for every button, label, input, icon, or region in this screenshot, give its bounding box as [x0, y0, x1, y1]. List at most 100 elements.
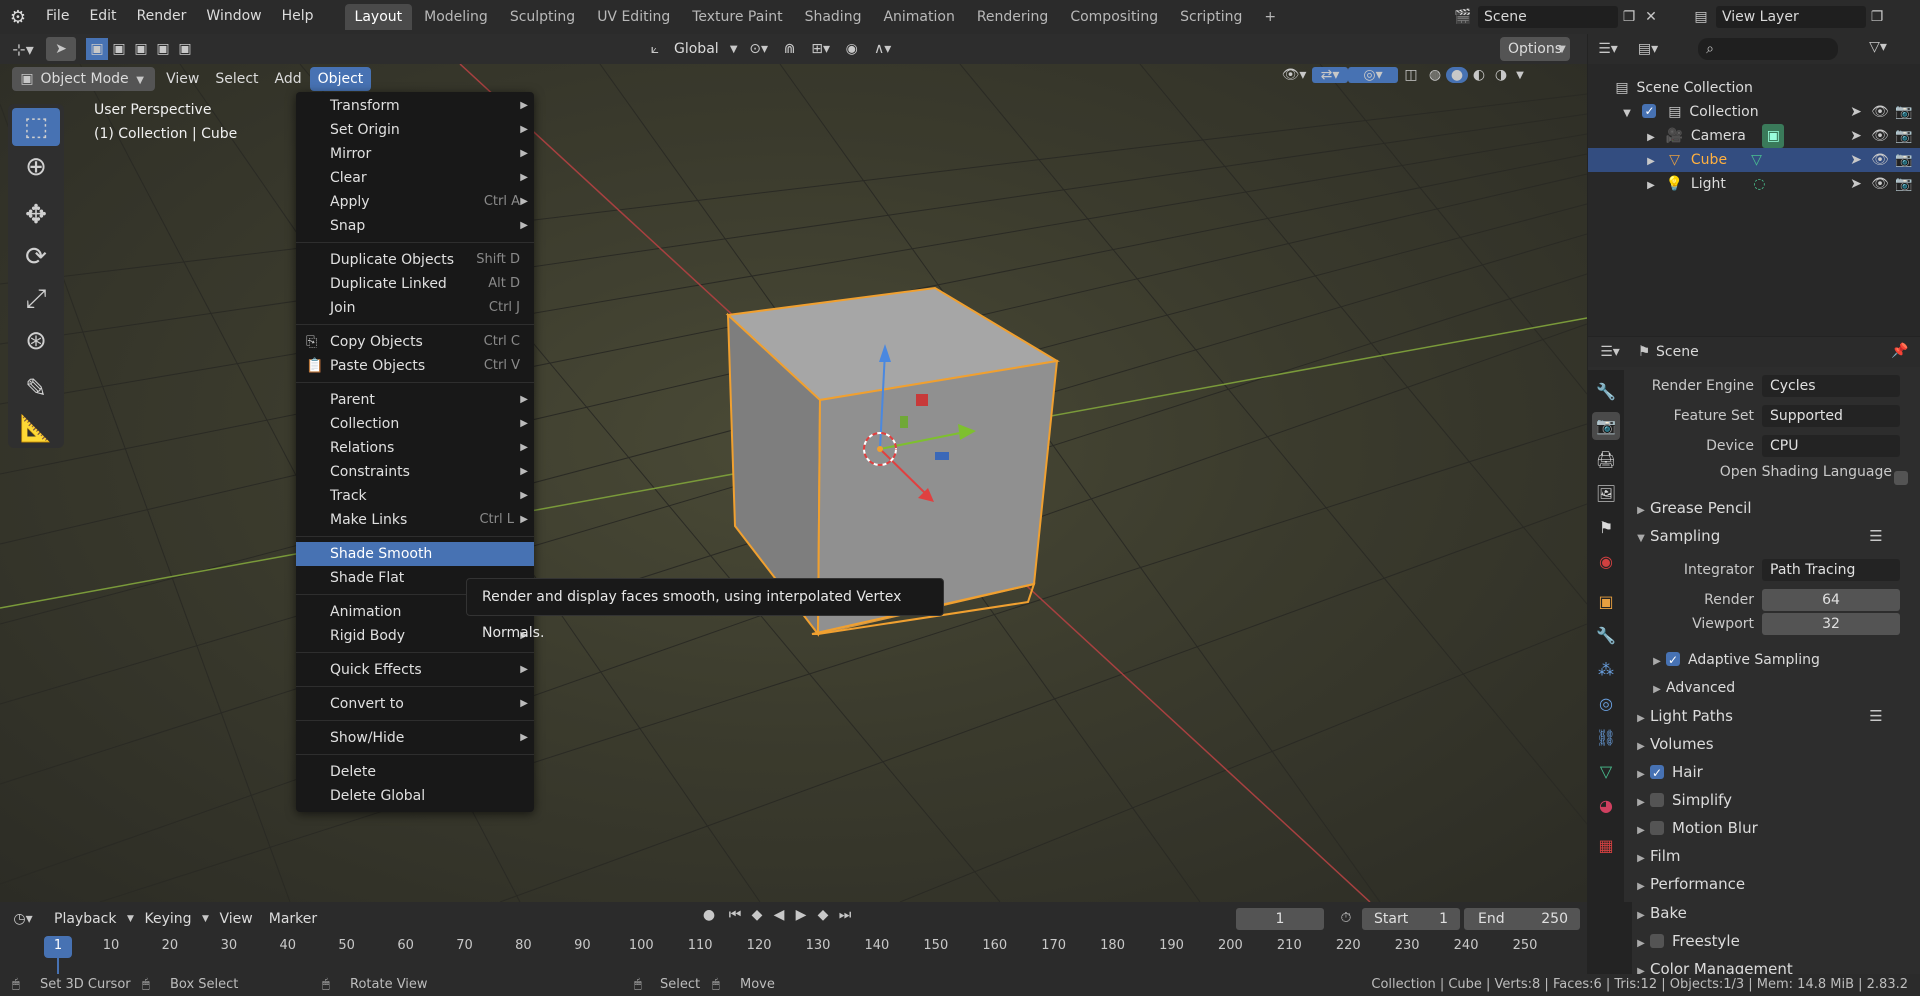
- box-select-intersect-icon[interactable]: ▣: [174, 41, 196, 57]
- box-select-invert-icon[interactable]: ▣: [152, 41, 174, 57]
- tool-tab-icon[interactable]: 🔧: [1592, 378, 1620, 406]
- menu-item-apply[interactable]: Apply Ctrl A ▶: [296, 190, 534, 214]
- menu-item-shade-smooth[interactable]: Shade Smooth: [296, 542, 534, 566]
- camera-render-icon[interactable]: 📷: [1892, 172, 1916, 196]
- hair-checkbox[interactable]: [1650, 760, 1664, 786]
- tab-compositing[interactable]: Compositing: [1060, 4, 1168, 30]
- menu-item-show-hide[interactable]: Show/Hide ▶: [296, 726, 534, 750]
- transform-orientation-dropdown[interactable]: Global: [666, 37, 727, 61]
- menu-help[interactable]: Help: [272, 0, 324, 34]
- falloff-icon[interactable]: ∧▾: [865, 41, 901, 57]
- menu-object[interactable]: Object: [309, 67, 372, 91]
- select-tool-icon[interactable]: ➤: [46, 37, 76, 61]
- box-select-new-icon[interactable]: ▣: [86, 38, 108, 60]
- outliner-light[interactable]: ▶ 💡 Light ◌ ➤ 👁 📷: [1588, 172, 1920, 196]
- display-mode-icon[interactable]: ▤▾: [1628, 41, 1668, 57]
- gizmo-icon[interactable]: ⇄▾: [1312, 67, 1348, 83]
- freestyle-checkbox[interactable]: [1650, 933, 1664, 948]
- menu-edit[interactable]: Edit: [79, 0, 126, 34]
- render-samples-field[interactable]: 64: [1762, 589, 1900, 611]
- menu-item-collection[interactable]: Collection ▶: [296, 412, 534, 436]
- box-select-subtract-icon[interactable]: ▣: [130, 41, 152, 57]
- menu-item-copy-objects[interactable]: ⎘ Copy Objects Ctrl C: [296, 330, 534, 354]
- constraints-tab-icon[interactable]: ⛓: [1592, 724, 1620, 752]
- motion-blur-checkbox[interactable]: [1650, 820, 1664, 835]
- selectable-icon[interactable]: ➤: [1844, 124, 1868, 148]
- subpanel-advanced[interactable]: ▶ Advanced: [1648, 675, 1920, 701]
- panel-color-management[interactable]: ▶ Color Management: [1632, 956, 1920, 974]
- menu-select[interactable]: Select: [207, 67, 266, 91]
- subpanel-adaptive-sampling[interactable]: ▶ Adaptive Sampling: [1648, 647, 1920, 673]
- measure-tool-icon[interactable]: 📐: [12, 410, 60, 448]
- tab-sculpting[interactable]: Sculpting: [500, 4, 585, 30]
- tab-uv-editing[interactable]: UV Editing: [587, 4, 680, 30]
- selectable-icon[interactable]: ➤: [1844, 172, 1868, 196]
- blender-logo-icon[interactable]: ⚙: [0, 7, 36, 28]
- move-tool-icon[interactable]: ✥: [12, 196, 60, 234]
- view-layer-tab-icon[interactable]: 🖼: [1592, 480, 1620, 508]
- cursor-tool-icon[interactable]: ⊕: [12, 148, 60, 186]
- snap-icon[interactable]: ⋒: [777, 41, 803, 57]
- panel-motion-blur[interactable]: ▶ Motion Blur: [1632, 815, 1920, 841]
- chevron-right-icon[interactable]: ▶: [1644, 126, 1658, 150]
- adaptive-sampling-checkbox[interactable]: [1666, 647, 1680, 673]
- menu-item-quick-effects[interactable]: Quick Effects ▶: [296, 658, 534, 682]
- panel-light-paths[interactable]: ▶ Light Paths ☰: [1632, 703, 1920, 729]
- panel-hair[interactable]: ▶ Hair: [1632, 759, 1920, 786]
- eye-icon[interactable]: 👁: [1868, 100, 1892, 124]
- material-shading-icon[interactable]: ◐: [1468, 67, 1490, 83]
- menu-item-paste-objects[interactable]: 📋 Paste Objects Ctrl V: [296, 354, 534, 378]
- menu-item-mirror[interactable]: Mirror ▶: [296, 142, 534, 166]
- menu-item-relations[interactable]: Relations ▶: [296, 436, 534, 460]
- pin-icon[interactable]: 📌: [1888, 343, 1912, 359]
- overlays-icon[interactable]: ◎▾: [1348, 67, 1398, 83]
- box-select-extend-icon[interactable]: ▣: [108, 41, 130, 57]
- tab-texture-paint[interactable]: Texture Paint: [682, 4, 792, 30]
- feature-set-dropdown[interactable]: Supported: [1762, 405, 1900, 427]
- simplify-checkbox[interactable]: [1650, 792, 1664, 807]
- menu-item-convert-to[interactable]: Convert to ▶: [296, 692, 534, 716]
- tab-shading[interactable]: Shading: [795, 4, 872, 30]
- chevron-right-icon[interactable]: ▶: [1644, 150, 1658, 174]
- tab-scripting[interactable]: Scripting: [1170, 4, 1252, 30]
- shading-options-icon[interactable]: ▼: [1512, 70, 1528, 81]
- editor-type-icon[interactable]: ⊹▾: [0, 40, 46, 59]
- eye-icon[interactable]: 👁: [1868, 172, 1892, 196]
- menu-item-delete-global[interactable]: Delete Global: [296, 784, 534, 808]
- menu-item-set-origin[interactable]: Set Origin ▶: [296, 118, 534, 142]
- camera-render-icon[interactable]: 📷: [1892, 124, 1916, 148]
- device-dropdown[interactable]: CPU: [1762, 435, 1900, 457]
- chevron-right-icon[interactable]: ▶: [1644, 174, 1658, 198]
- world-tab-icon[interactable]: ◉: [1592, 548, 1620, 576]
- output-tab-icon[interactable]: 🖨: [1592, 446, 1620, 474]
- data-tab-icon[interactable]: ▽: [1592, 758, 1620, 786]
- selectable-icon[interactable]: ➤: [1844, 100, 1868, 124]
- panel-freestyle[interactable]: ▶ Freestyle: [1632, 928, 1920, 954]
- menu-item-duplicate-linked[interactable]: Duplicate Linked Alt D: [296, 272, 534, 296]
- presets-icon[interactable]: ☰: [1864, 523, 1888, 549]
- menu-add[interactable]: Add: [267, 67, 310, 91]
- panel-bake[interactable]: ▶ Bake: [1632, 900, 1920, 926]
- menu-window[interactable]: Window: [196, 0, 271, 34]
- close-icon[interactable]: ✕: [1640, 9, 1662, 25]
- annotate-tool-icon[interactable]: ✎: [12, 370, 60, 408]
- menu-item-constraints[interactable]: Constraints ▶: [296, 460, 534, 484]
- menu-render[interactable]: Render: [127, 0, 197, 34]
- 3d-viewport[interactable]: [0, 64, 1587, 902]
- tab-layout[interactable]: Layout: [344, 4, 413, 30]
- chevron-down-icon[interactable]: ▼: [1620, 102, 1634, 126]
- menu-item-clear[interactable]: Clear ▶: [296, 166, 534, 190]
- rotate-tool-icon[interactable]: ⟳: [12, 238, 60, 276]
- panel-film[interactable]: ▶ Film: [1632, 843, 1920, 869]
- render-engine-dropdown[interactable]: Cycles: [1762, 375, 1900, 397]
- outliner-search-input[interactable]: ⌕: [1698, 38, 1838, 60]
- editor-type-icon[interactable]: ☰▾: [1588, 344, 1632, 360]
- menu-item-parent[interactable]: Parent ▶: [296, 388, 534, 412]
- osl-checkbox[interactable]: [1894, 471, 1908, 485]
- integrator-dropdown[interactable]: Path Tracing: [1762, 559, 1900, 581]
- view-layer-name[interactable]: View Layer: [1716, 6, 1866, 28]
- menu-file[interactable]: File: [36, 0, 79, 34]
- menu-item-delete[interactable]: Delete: [296, 760, 534, 784]
- menu-item-join[interactable]: Join Ctrl J: [296, 296, 534, 320]
- selectable-icon[interactable]: ➤: [1844, 148, 1868, 172]
